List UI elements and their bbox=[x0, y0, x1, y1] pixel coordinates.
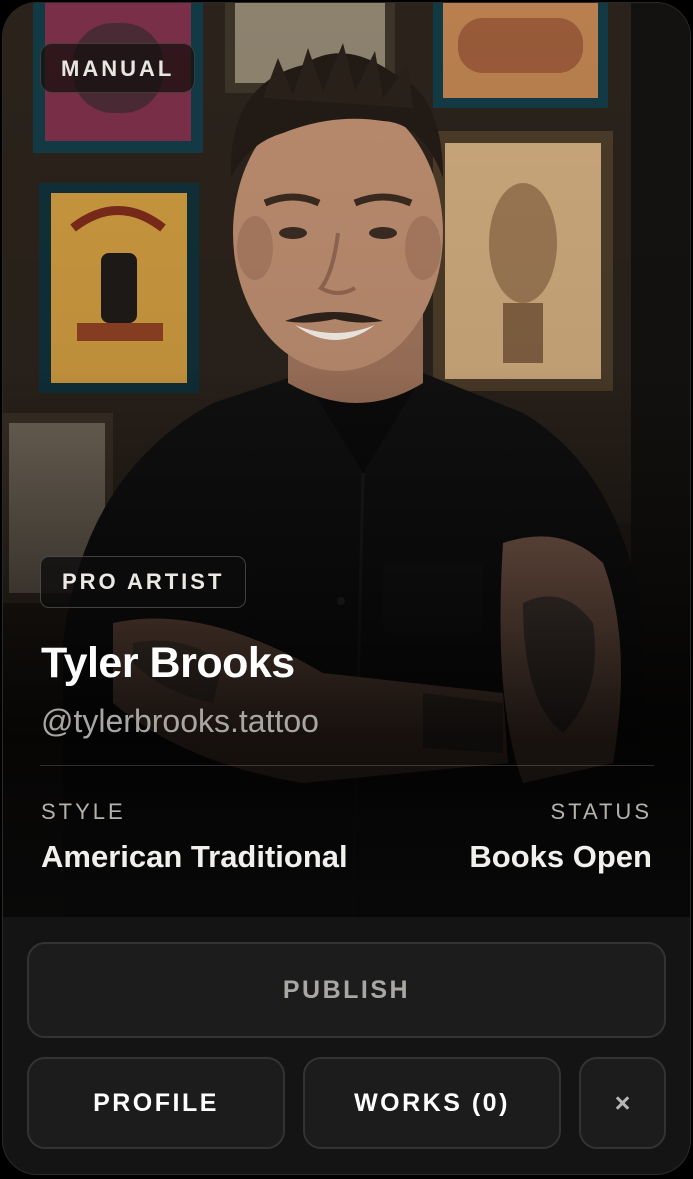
divider bbox=[40, 765, 654, 766]
pro-artist-badge: PRO ARTIST bbox=[40, 556, 247, 608]
style-value: American Traditional bbox=[41, 839, 348, 874]
close-icon: × bbox=[614, 1088, 631, 1118]
artist-name: Tyler Brooks bbox=[41, 639, 295, 687]
status-value: Books Open bbox=[469, 839, 652, 874]
publish-button[interactable]: PUBLISH bbox=[27, 942, 666, 1038]
style-label: STYLE bbox=[41, 799, 126, 824]
works-button[interactable]: WORKS (0) bbox=[303, 1057, 561, 1149]
manual-badge: MANUAL bbox=[40, 43, 196, 93]
close-button[interactable]: × bbox=[579, 1057, 666, 1149]
status-label: STATUS bbox=[550, 799, 652, 824]
artist-photo bbox=[3, 3, 690, 917]
artist-card: MANUAL PRO ARTIST Tyler Brooks @tylerbro… bbox=[3, 3, 690, 1174]
photo-gradient-overlay bbox=[3, 3, 690, 917]
artist-handle: @tylerbrooks.tattoo bbox=[41, 703, 319, 739]
profile-button[interactable]: PROFILE bbox=[27, 1057, 285, 1149]
